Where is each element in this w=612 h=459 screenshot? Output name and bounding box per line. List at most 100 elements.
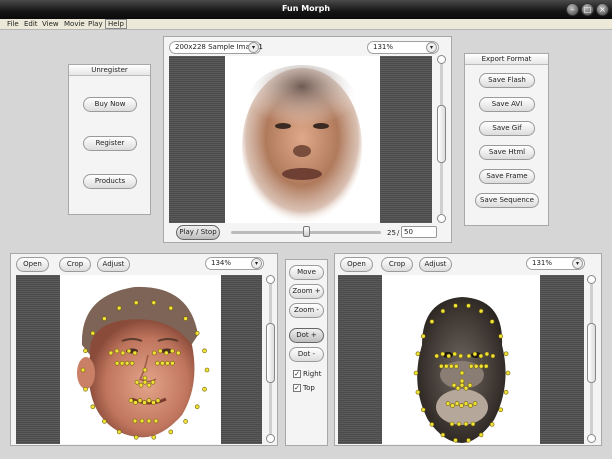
menu-file[interactable]: File xyxy=(7,20,19,28)
feature-point[interactable] xyxy=(449,363,454,369)
feature-point[interactable] xyxy=(450,403,455,408)
feature-point[interactable] xyxy=(158,348,163,354)
menu-view[interactable]: View xyxy=(42,20,59,28)
feature-point[interactable] xyxy=(440,432,446,438)
feature-point[interactable] xyxy=(90,404,96,410)
chevron-down-icon[interactable]: ▾ xyxy=(426,42,437,53)
feature-point[interactable] xyxy=(116,429,122,435)
feature-point[interactable] xyxy=(478,363,484,369)
save-avi-button[interactable]: Save AVI xyxy=(479,97,535,112)
feature-point[interactable] xyxy=(146,382,152,388)
feature-point[interactable] xyxy=(133,400,138,405)
feature-point[interactable] xyxy=(468,403,473,408)
source-zoom-select[interactable]: 134% ▾ xyxy=(205,257,264,270)
minimize-icon[interactable]: – xyxy=(566,3,579,16)
feature-point[interactable] xyxy=(453,438,458,443)
menu-edit[interactable]: Edit xyxy=(24,20,38,28)
preview-vscrollbar[interactable] xyxy=(437,55,446,223)
target-zoom-select[interactable]: 131% ▾ xyxy=(526,257,585,270)
feature-point[interactable] xyxy=(176,350,181,356)
feature-point[interactable] xyxy=(146,418,152,424)
maximize-icon[interactable]: □ xyxy=(581,3,594,16)
feature-point[interactable] xyxy=(438,363,444,369)
feature-point[interactable] xyxy=(142,367,148,373)
feature-point[interactable] xyxy=(142,379,148,385)
scroll-down-knob[interactable] xyxy=(266,434,275,443)
close-icon[interactable]: × xyxy=(596,3,609,16)
feature-point[interactable] xyxy=(116,305,122,311)
feature-point[interactable] xyxy=(489,422,495,427)
feature-point[interactable] xyxy=(137,398,143,403)
feature-point[interactable] xyxy=(467,382,473,388)
feature-point[interactable] xyxy=(463,385,469,391)
feature-point[interactable] xyxy=(170,348,175,354)
feature-point[interactable] xyxy=(440,351,446,357)
feature-point[interactable] xyxy=(142,375,148,381)
feature-point[interactable] xyxy=(153,418,159,424)
chevron-down-icon[interactable]: ▾ xyxy=(248,42,259,53)
feature-point[interactable] xyxy=(83,348,88,354)
feature-point[interactable] xyxy=(503,351,509,357)
chevron-down-icon[interactable]: ▾ xyxy=(251,258,262,269)
menu-help[interactable]: Help xyxy=(105,19,127,29)
source-dots-overlay[interactable] xyxy=(60,275,221,444)
feature-point[interactable] xyxy=(80,367,86,373)
feature-point[interactable] xyxy=(459,378,465,384)
feature-point[interactable] xyxy=(202,348,207,354)
save-html-button[interactable]: Save Html xyxy=(479,145,535,160)
feature-point[interactable] xyxy=(132,350,138,356)
buy-now-button[interactable]: Buy Now xyxy=(83,97,137,112)
feature-point[interactable] xyxy=(453,303,458,309)
feature-point[interactable] xyxy=(138,382,144,388)
feature-point[interactable] xyxy=(446,353,451,359)
scroll-thumb[interactable] xyxy=(437,105,446,163)
feature-point[interactable] xyxy=(454,401,460,406)
scroll-down-knob[interactable] xyxy=(587,434,596,443)
feature-point[interactable] xyxy=(151,400,156,405)
menu-movie[interactable]: Movie xyxy=(64,20,85,28)
feature-point[interactable] xyxy=(204,367,210,373)
feature-point[interactable] xyxy=(463,401,469,406)
feature-point[interactable] xyxy=(445,401,451,406)
feature-point[interactable] xyxy=(490,353,496,359)
chevron-down-icon[interactable]: ▾ xyxy=(572,258,583,269)
feature-point[interactable] xyxy=(168,429,174,435)
feature-point[interactable] xyxy=(155,398,161,403)
feature-point[interactable] xyxy=(146,398,152,403)
target-adjust-button[interactable]: Adjust xyxy=(419,257,452,272)
feature-point[interactable] xyxy=(126,348,132,354)
feature-point[interactable] xyxy=(90,330,96,336)
feature-point[interactable] xyxy=(449,421,455,427)
feature-point[interactable] xyxy=(503,389,509,395)
feature-point[interactable] xyxy=(183,419,188,424)
feature-point[interactable] xyxy=(452,351,457,357)
source-crop-button[interactable]: Crop xyxy=(59,257,91,272)
save-sequence-button[interactable]: Save Sequence xyxy=(475,193,539,208)
image-size-select[interactable]: 200x228 Sample Image1 ▾ xyxy=(169,41,263,54)
feature-point[interactable] xyxy=(194,330,200,336)
move-button[interactable]: Move xyxy=(289,265,324,280)
feature-point[interactable] xyxy=(468,363,474,369)
top-checkbox[interactable]: ✓ xyxy=(293,384,301,392)
products-button[interactable]: Products xyxy=(83,174,137,189)
feature-point[interactable] xyxy=(114,360,120,366)
scroll-up-knob[interactable] xyxy=(437,55,446,64)
save-gif-button[interactable]: Save Gif xyxy=(479,121,535,136)
feature-point[interactable] xyxy=(83,386,88,392)
feature-point[interactable] xyxy=(478,353,484,359)
feature-point[interactable] xyxy=(498,407,503,413)
feature-point[interactable] xyxy=(429,319,435,324)
feature-point[interactable] xyxy=(150,379,156,385)
feature-point[interactable] xyxy=(420,407,426,413)
register-button[interactable]: Register xyxy=(83,136,137,151)
feature-point[interactable] xyxy=(456,421,462,427)
scroll-thumb[interactable] xyxy=(266,323,275,383)
feature-point[interactable] xyxy=(466,438,471,443)
feature-point[interactable] xyxy=(152,350,157,356)
feature-point[interactable] xyxy=(458,353,463,359)
feature-point[interactable] xyxy=(505,370,511,376)
feature-point[interactable] xyxy=(151,300,157,306)
feature-point[interactable] xyxy=(440,308,446,314)
feature-point[interactable] xyxy=(455,385,461,391)
feature-point[interactable] xyxy=(454,363,459,369)
